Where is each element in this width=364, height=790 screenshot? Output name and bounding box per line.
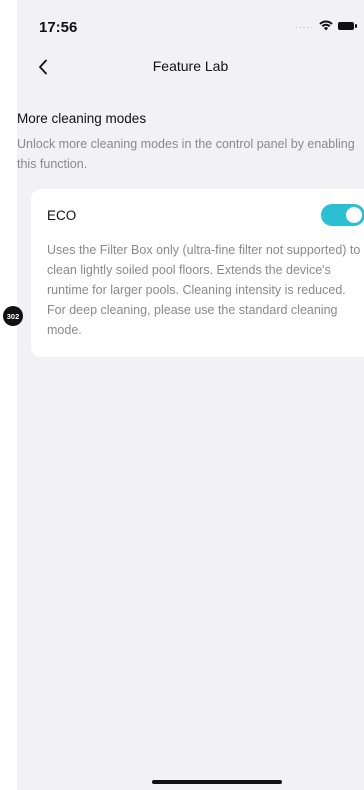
home-indicator xyxy=(152,780,282,784)
battery-icon xyxy=(338,21,357,30)
app-screen: 17:56 ..... Feature Lab More cleaning mo… xyxy=(17,0,364,790)
step-badge: 302 xyxy=(3,306,23,326)
signal-icon: ..... xyxy=(295,20,314,31)
status-icons: ..... xyxy=(295,20,357,31)
eco-mode-toggle[interactable] xyxy=(321,204,364,226)
eco-mode-description: Uses the Filter Box only (ultra-fine fil… xyxy=(47,243,361,337)
eco-mode-title: ECO xyxy=(47,208,77,223)
page-title: Feature Lab xyxy=(152,58,229,74)
status-bar: 17:56 ..... xyxy=(17,0,364,44)
toggle-knob xyxy=(346,207,362,223)
status-time: 17:56 xyxy=(39,19,78,36)
eco-mode-card: ECO Uses the Filter Box only (ultra-fine… xyxy=(31,189,364,357)
section-title: More cleaning modes xyxy=(17,111,147,126)
wifi-icon xyxy=(319,20,333,31)
nav-bar: Feature Lab xyxy=(17,52,364,82)
section-description: Unlock more cleaning modes in the contro… xyxy=(17,137,355,171)
